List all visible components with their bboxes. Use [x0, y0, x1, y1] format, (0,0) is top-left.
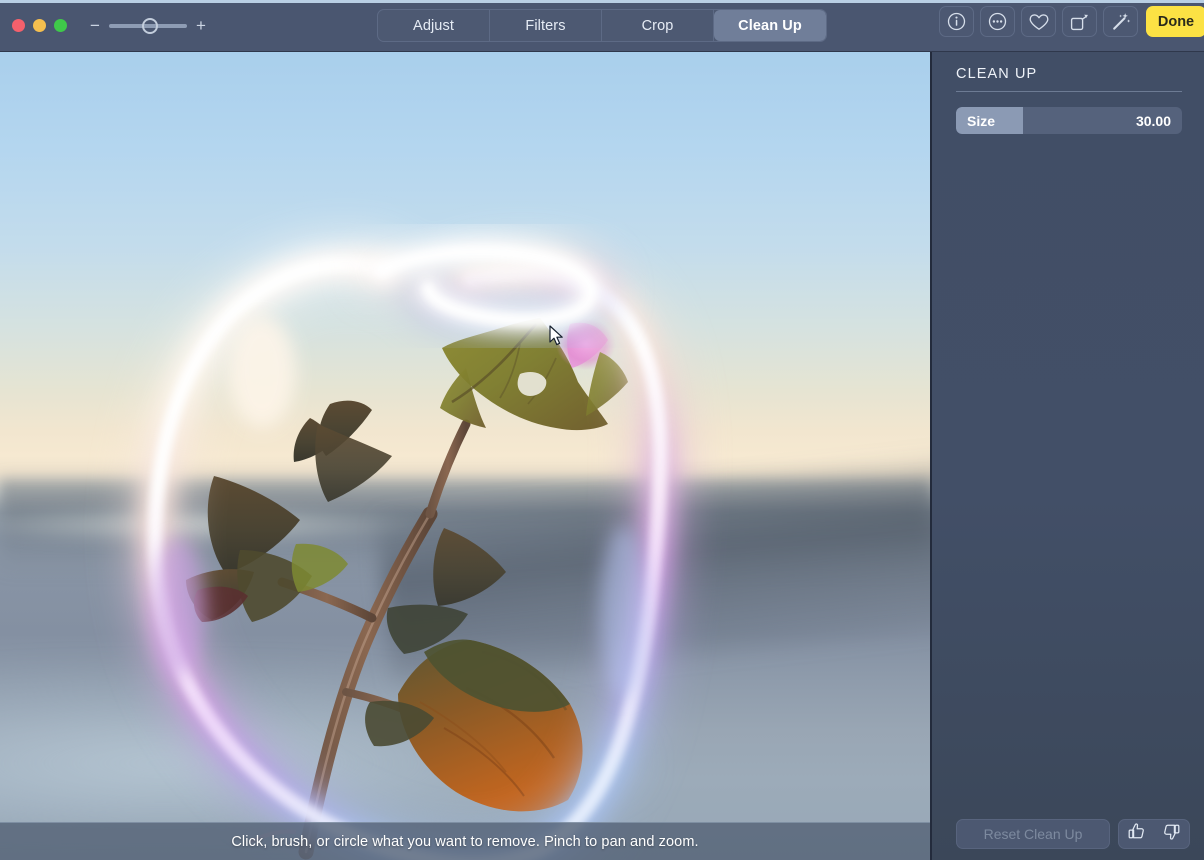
photo-image — [0, 52, 930, 860]
tab-adjust[interactable]: Adjust — [378, 10, 490, 41]
panel-divider — [956, 91, 1182, 92]
clean-up-brush-stroke — [0, 52, 930, 860]
thumbs-up-button[interactable] — [1119, 820, 1154, 848]
info-button[interactable] — [939, 6, 974, 37]
minimize-window-button[interactable] — [33, 19, 46, 32]
done-button[interactable]: Done — [1146, 6, 1204, 37]
edit-mode-tabs: Adjust Filters Crop Clean Up — [377, 9, 827, 42]
photo-canvas[interactable]: Click, brush, or circle what you want to… — [0, 52, 930, 860]
canvas-hint-text: Click, brush, or circle what you want to… — [231, 834, 698, 850]
panel-title: CLEAN UP — [956, 66, 1182, 82]
canvas-hint-bar: Click, brush, or circle what you want to… — [0, 822, 930, 860]
more-icon — [988, 12, 1007, 31]
window-controls — [12, 19, 67, 32]
mouse-cursor — [549, 325, 565, 347]
thumbs-down-icon — [1162, 822, 1181, 846]
reset-clean-up-button[interactable]: Reset Clean Up — [956, 819, 1110, 849]
size-slider-label: Size — [967, 113, 995, 129]
feedback-group — [1118, 819, 1190, 849]
more-button[interactable] — [980, 6, 1015, 37]
info-icon — [947, 12, 966, 31]
zoom-slider-track[interactable] — [109, 24, 187, 28]
close-window-button[interactable] — [12, 19, 25, 32]
thumbs-down-button[interactable] — [1154, 820, 1189, 848]
rotate-button[interactable] — [1062, 6, 1097, 37]
size-slider-value: 30.00 — [1136, 113, 1171, 129]
maximize-window-button[interactable] — [54, 19, 67, 32]
toolbar-actions: Done — [939, 6, 1204, 37]
zoom-slider[interactable]: − + — [89, 17, 207, 34]
size-slider[interactable]: Size 30.00 — [956, 107, 1182, 134]
photos-editor-window: − + Adjust Filters Crop Clean Up — [0, 0, 1204, 860]
zoom-in-icon[interactable]: + — [195, 17, 207, 34]
zoom-out-icon[interactable]: − — [89, 17, 101, 34]
thumbs-up-icon — [1127, 822, 1146, 846]
auto-enhance-button[interactable] — [1103, 6, 1138, 37]
tab-crop[interactable]: Crop — [602, 10, 714, 41]
tab-clean-up[interactable]: Clean Up — [714, 10, 826, 41]
rotate-icon — [1069, 12, 1090, 32]
magic-wand-icon — [1111, 12, 1131, 32]
zoom-slider-knob[interactable] — [142, 18, 158, 34]
heart-icon — [1029, 13, 1049, 31]
toolbar: − + Adjust Filters Crop Clean Up — [0, 0, 1204, 52]
clean-up-sidebar: CLEAN UP Size 30.00 Reset Clean Up — [930, 52, 1204, 860]
tab-filters[interactable]: Filters — [490, 10, 602, 41]
favorite-button[interactable] — [1021, 6, 1056, 37]
sidebar-footer: Reset Clean Up — [932, 808, 1204, 860]
